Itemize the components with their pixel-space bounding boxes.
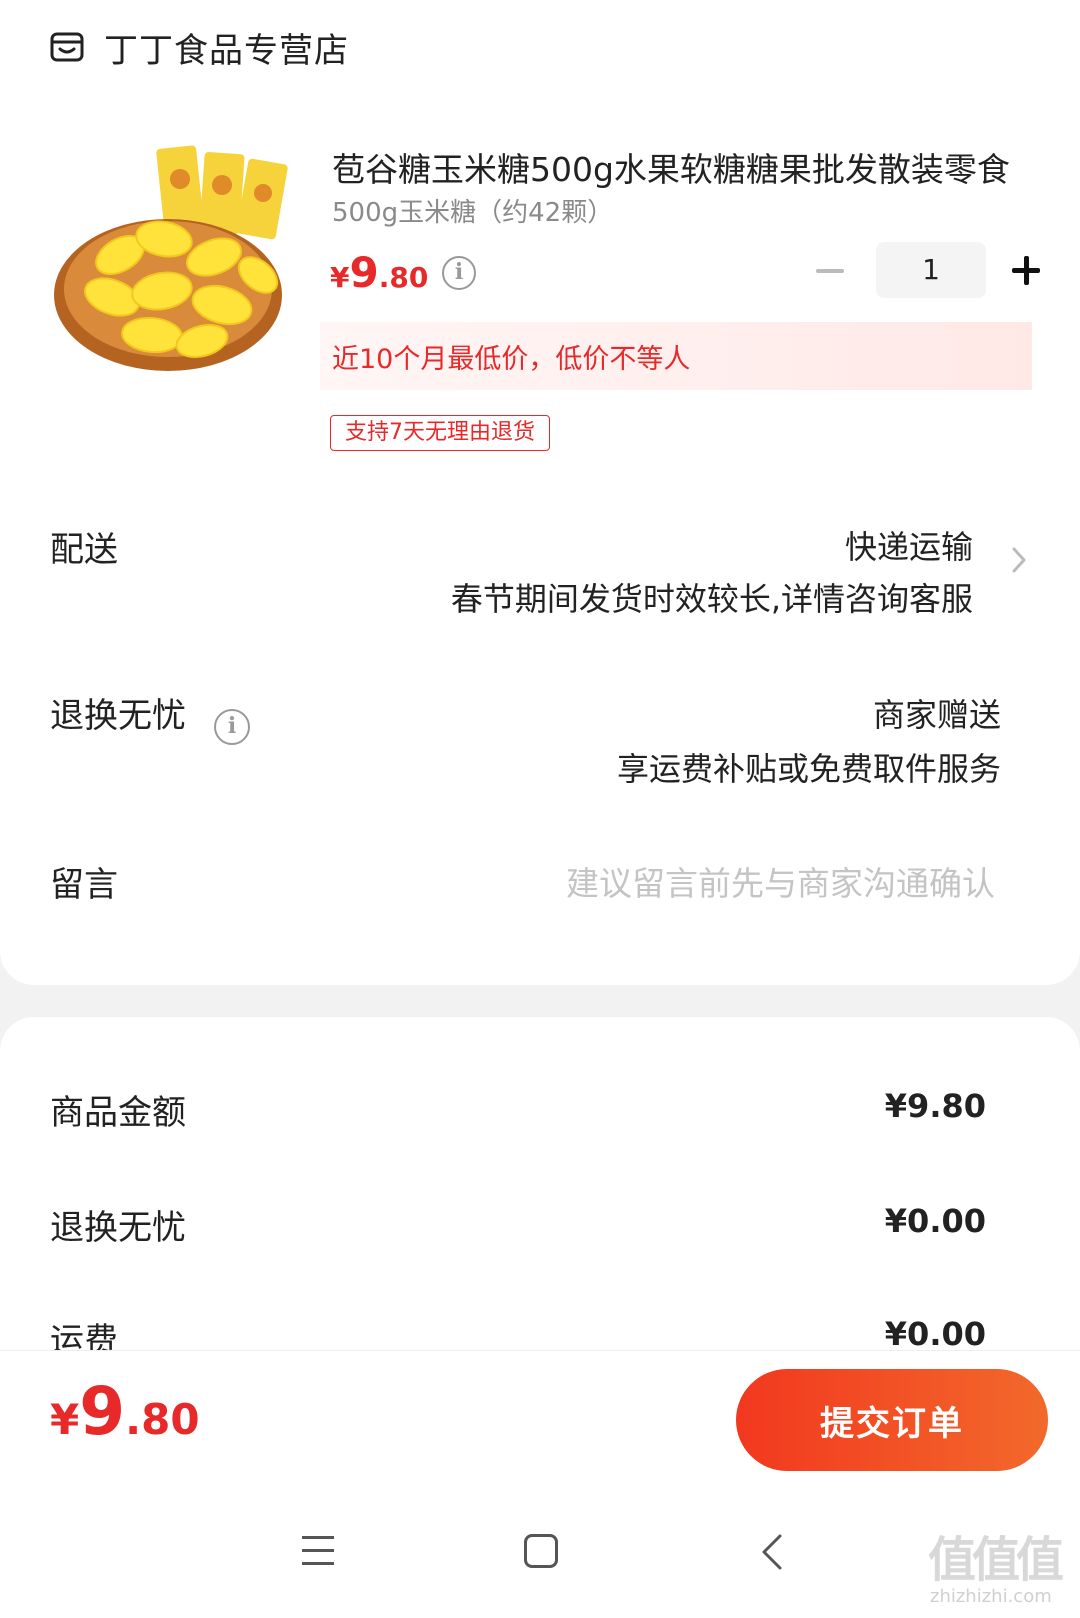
total-price: ¥ 9 .80 bbox=[50, 1373, 200, 1450]
price-info-icon[interactable]: i bbox=[442, 256, 476, 290]
delivery-label: 配送 bbox=[50, 530, 118, 570]
price-integer: 9 bbox=[349, 248, 379, 297]
worry-free-info-icon[interactable]: i bbox=[214, 709, 250, 745]
delivery-note: 春节期间发货时效较长,详情咨询客服 bbox=[450, 580, 973, 618]
product-spec[interactable]: 500g玉米糖（约42颗） bbox=[332, 192, 613, 229]
product-price: ¥ 9 .80 bbox=[330, 248, 428, 304]
message-input[interactable]: 建议留言前先与商家沟通确认 bbox=[566, 857, 995, 905]
submit-order-button[interactable]: 提交订单 bbox=[736, 1369, 1048, 1471]
goods-amount-value: ¥9.80 bbox=[884, 1087, 986, 1125]
price-decimal: .80 bbox=[378, 261, 429, 294]
chevron-right-icon[interactable] bbox=[1010, 545, 1028, 575]
worry-free-desc: 享运费补贴或免费取件服务 bbox=[616, 750, 1001, 788]
order-card: 丁丁食品专营店 苞谷糖玉米糖500g水果软糖糖果批发散装零食 500g玉米糖（约… bbox=[0, 0, 1080, 985]
total-currency: ¥ bbox=[50, 1395, 80, 1444]
total-integer: 9 bbox=[79, 1373, 126, 1450]
worry-free-fee-label: 退换无忧 bbox=[50, 1208, 186, 1248]
worry-free-fee-value: ¥0.00 bbox=[884, 1202, 986, 1240]
checkout-bar: ¥ 9 .80 提交订单 bbox=[0, 1350, 1080, 1490]
message-label: 留言 bbox=[50, 865, 118, 905]
product-image[interactable] bbox=[52, 145, 296, 383]
total-decimal: .80 bbox=[125, 1395, 200, 1444]
decrease-quantity-button[interactable] bbox=[810, 242, 850, 298]
increase-quantity-button[interactable] bbox=[1006, 242, 1046, 298]
product-title[interactable]: 苞谷糖玉米糖500g水果软糖糖果批发散装零食 bbox=[332, 143, 1032, 191]
watermark: 值值值 bbox=[928, 1532, 1064, 1588]
price-promo-banner: 近10个月最低价，低价不等人 bbox=[320, 322, 1032, 390]
goods-amount-label: 商品金额 bbox=[50, 1093, 186, 1133]
system-nav-bar: 值值值 zhizhizhi.com bbox=[0, 1490, 1080, 1618]
store-name: 丁丁食品专营店 bbox=[104, 30, 349, 71]
return-policy-tag: 支持7天无理由退货 bbox=[330, 415, 550, 451]
shipping-fee-value: ¥0.00 bbox=[884, 1315, 986, 1353]
quantity-stepper: 1 bbox=[810, 242, 1046, 298]
back-icon[interactable] bbox=[760, 1532, 784, 1572]
store-icon bbox=[50, 32, 84, 62]
store-header[interactable]: 丁丁食品专营店 bbox=[50, 22, 349, 72]
worry-free-label: 退换无忧 bbox=[50, 696, 186, 736]
home-icon[interactable] bbox=[524, 1534, 558, 1568]
menu-icon[interactable] bbox=[302, 1536, 334, 1566]
quantity-input[interactable]: 1 bbox=[876, 242, 986, 298]
price-currency: ¥ bbox=[330, 261, 350, 294]
worry-free-provider: 商家赠送 bbox=[872, 696, 1001, 734]
watermark-url: zhizhizhi.com bbox=[930, 1586, 1052, 1607]
delivery-method[interactable]: 快递运输 bbox=[845, 522, 973, 568]
